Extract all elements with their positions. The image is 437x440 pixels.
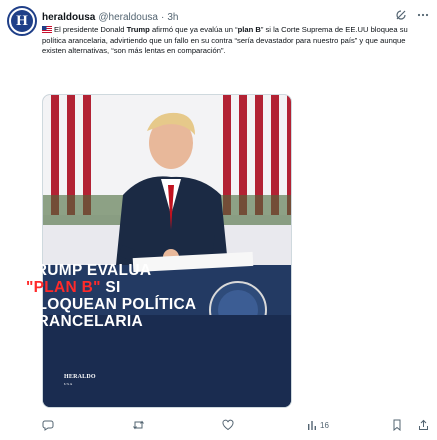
avatar-logo: H <box>11 10 33 32</box>
author-name[interactable]: heraldousa <box>42 12 95 23</box>
like-icon <box>222 419 234 431</box>
views-count: 16 <box>320 420 329 430</box>
timestamp[interactable]: 3h <box>167 12 178 23</box>
tweet-image[interactable] <box>42 94 292 408</box>
author-handle[interactable]: @heraldousa <box>98 12 158 23</box>
text-part: El presidente Donald <box>54 25 127 34</box>
views-icon <box>307 419 317 431</box>
us-flag-icon <box>42 25 54 34</box>
tweet-header: heraldousa @heraldousa · 3h <box>42 9 178 25</box>
bookmark-button[interactable] <box>392 419 402 431</box>
action-bar: 16 <box>42 417 430 433</box>
avatar[interactable]: H <box>7 6 37 36</box>
tweet-text: El presidente Donald Trump afirmó que ya… <box>42 25 414 57</box>
headline-planb: "PLAN B" <box>26 279 101 296</box>
heraldo-logo: HERALDO USA <box>64 374 98 387</box>
bookmark-icon <box>392 419 402 431</box>
headline-line: TRUMP EVALUA <box>26 262 152 279</box>
reply-icon <box>42 419 54 431</box>
share-icon <box>418 419 429 431</box>
text-bold-trump: Trump <box>126 25 150 34</box>
retweet-icon <box>132 419 145 431</box>
separator-dot: · <box>161 11 165 23</box>
headline-line: ARANCELARIA <box>26 313 143 330</box>
like-button[interactable] <box>222 419 234 431</box>
grok-icon[interactable] <box>395 9 407 21</box>
reply-button[interactable] <box>42 419 54 431</box>
top-actions <box>395 9 429 21</box>
headline-line: "PLAN B" SI <box>26 279 236 296</box>
text-part: afirmó que ya evalúa un “ <box>149 25 238 34</box>
tweet[interactable]: H heraldousa @heraldousa · 3h El preside… <box>0 0 437 440</box>
headline-si: SI <box>100 279 121 296</box>
retweet-button[interactable] <box>132 419 145 431</box>
image-headline: TRUMP EVALUA "PLAN B" SI BLOQUEAN POLÍTI… <box>26 262 236 330</box>
more-icon[interactable] <box>417 9 429 21</box>
logo-text: HERALDO <box>64 374 96 380</box>
headline-line: BLOQUEAN POLÍTICA <box>26 296 197 313</box>
logo-sub: USA <box>64 382 73 386</box>
views-button[interactable]: 16 <box>307 419 329 431</box>
text-bold-planb: plan B <box>237 25 261 34</box>
share-button[interactable] <box>418 419 429 431</box>
